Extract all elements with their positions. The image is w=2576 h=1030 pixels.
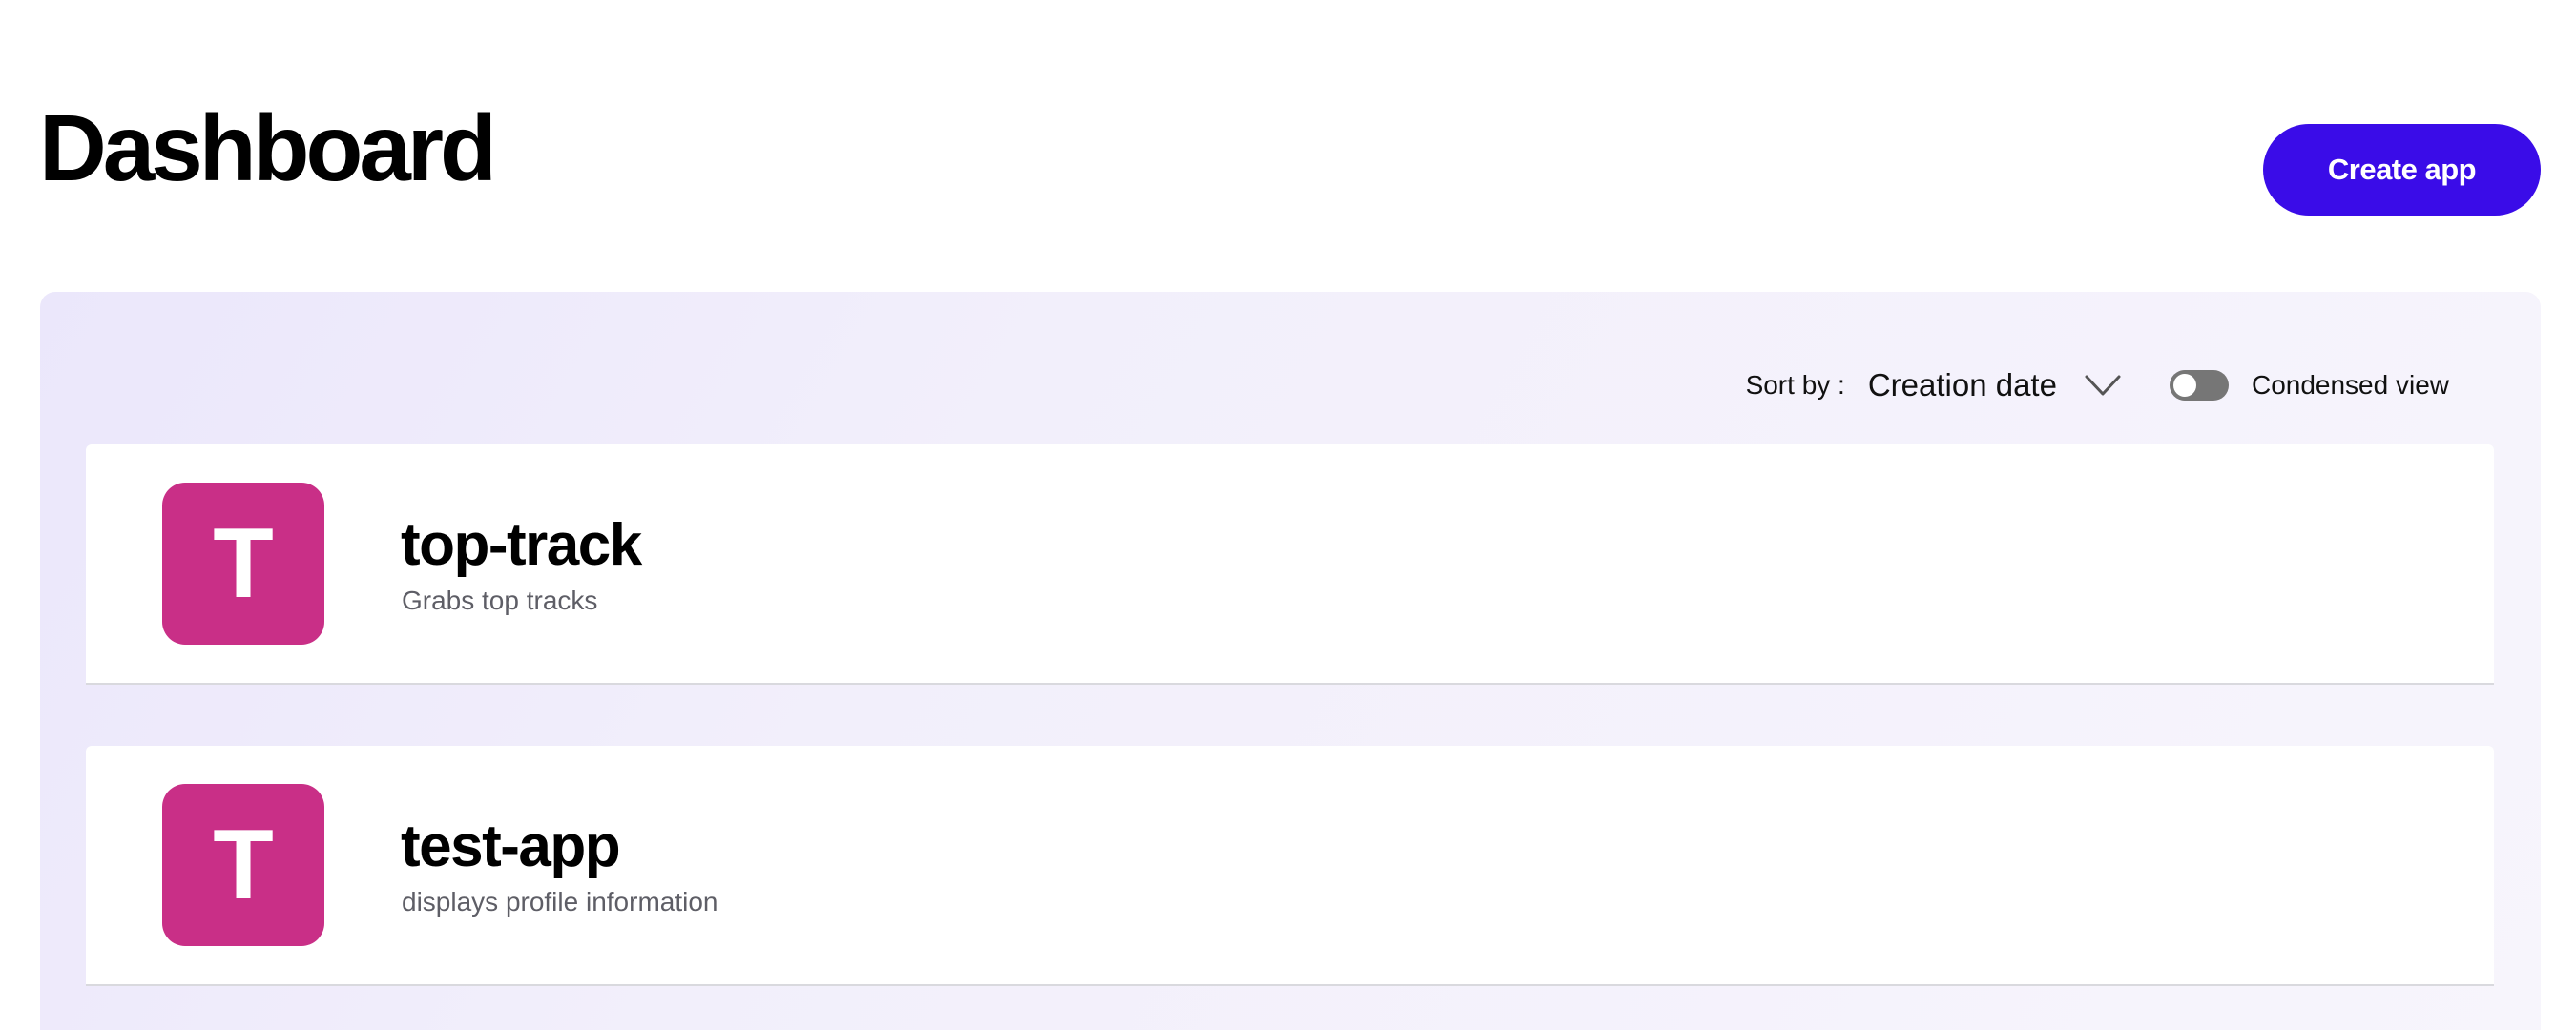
app-card-test-app[interactable]: T test-app displays profile information bbox=[86, 746, 2494, 986]
condensed-view-label: Condensed view bbox=[2251, 370, 2449, 400]
app-description: Grabs top tracks bbox=[402, 586, 598, 615]
app-list: T top-track Grabs top tracks T test-app … bbox=[86, 444, 2494, 1030]
apps-panel: Sort by : Creation date Condensed view T… bbox=[40, 292, 2541, 1030]
sort-value: Creation date bbox=[1867, 367, 2057, 402]
dashboard-page: Dashboard Create app Sort by : Creation … bbox=[0, 0, 2576, 1030]
app-avatar: T bbox=[162, 784, 324, 946]
sort-dropdown[interactable]: Creation date bbox=[1868, 367, 2122, 403]
toggle-knob bbox=[2172, 374, 2196, 397]
chevron-down-icon bbox=[2085, 375, 2121, 396]
app-description: displays profile information bbox=[402, 887, 718, 917]
sort-label: Sort by : bbox=[1745, 370, 1845, 400]
page-title: Dashboard bbox=[39, 95, 497, 200]
app-name: top-track bbox=[401, 512, 642, 578]
app-avatar: T bbox=[162, 483, 324, 645]
app-name: test-app bbox=[401, 814, 621, 879]
condensed-view-toggle[interactable] bbox=[2169, 370, 2229, 401]
list-toolbar: Sort by : Creation date Condensed view bbox=[1746, 357, 2449, 414]
create-app-button[interactable]: Create app bbox=[2263, 124, 2541, 216]
app-card-top-track[interactable]: T top-track Grabs top tracks bbox=[86, 444, 2494, 685]
